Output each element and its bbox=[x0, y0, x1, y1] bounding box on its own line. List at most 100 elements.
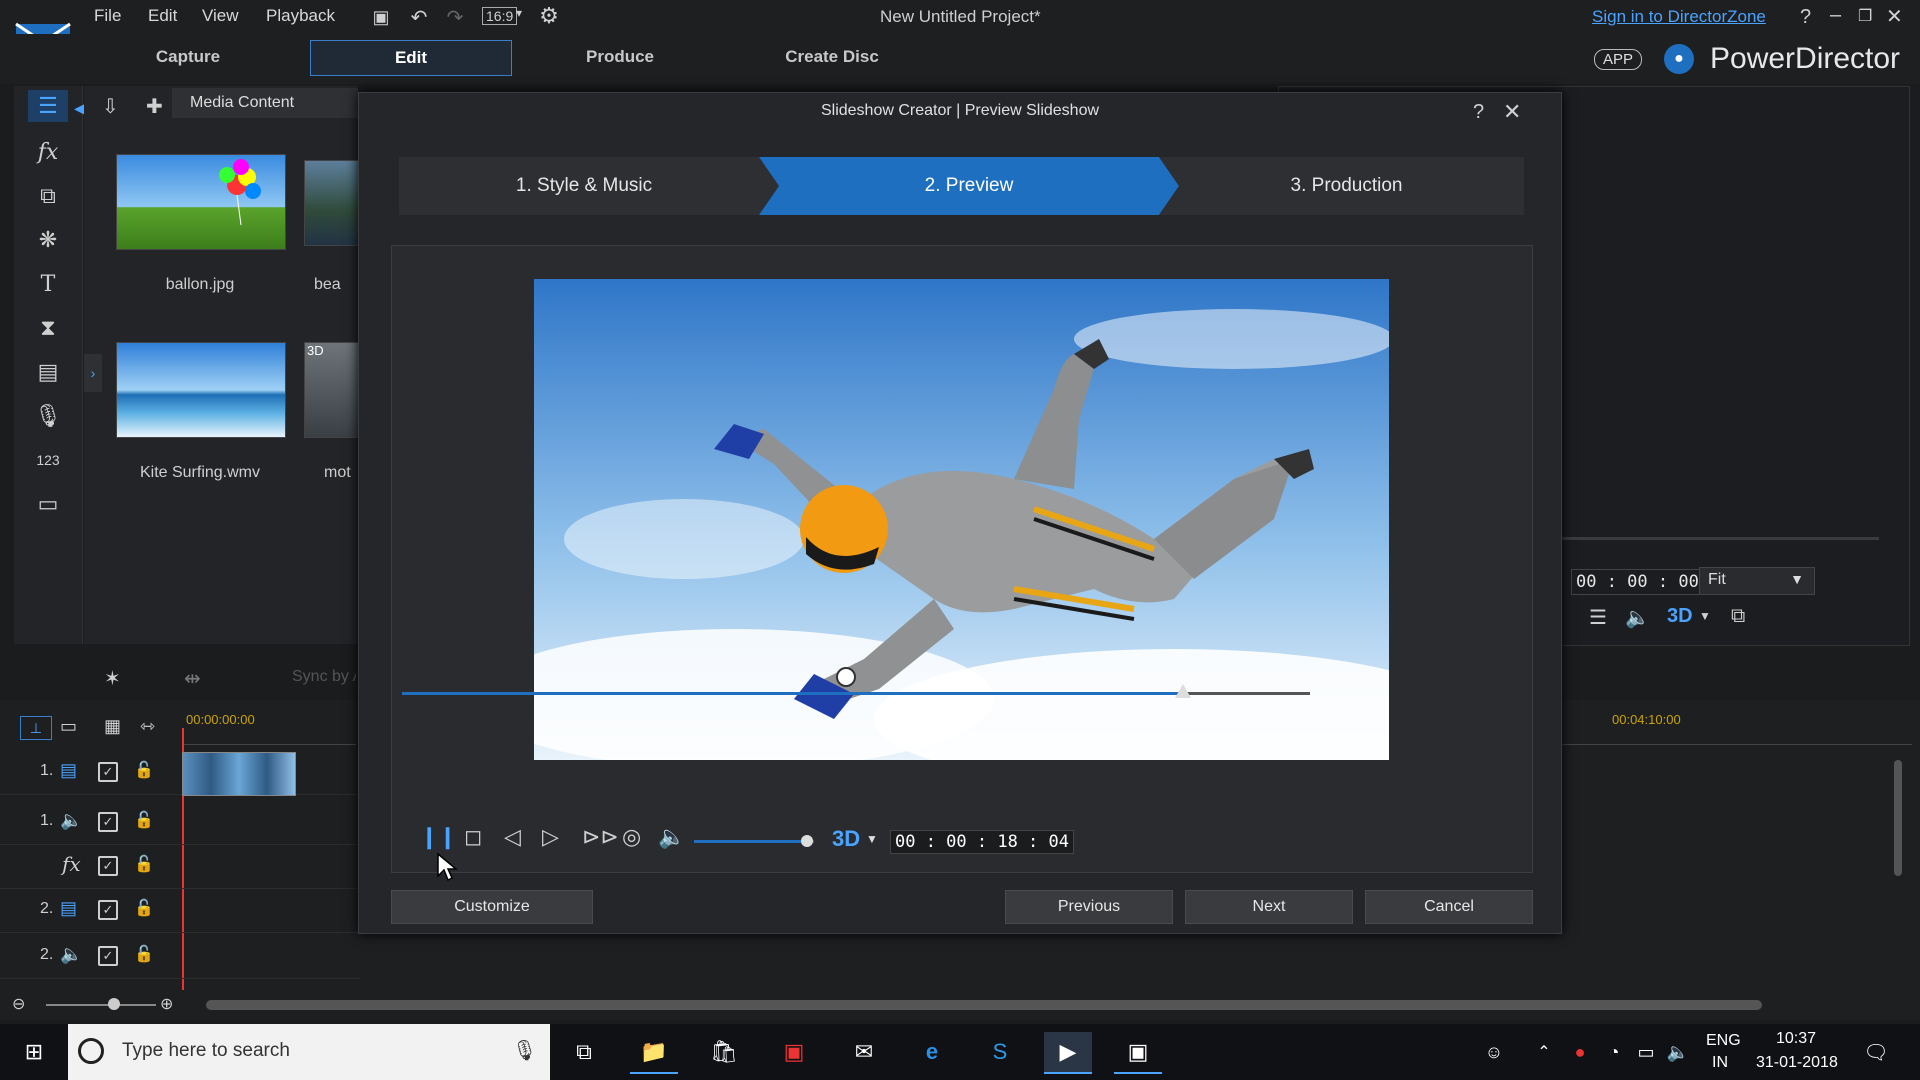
office-app-icon[interactable]: ▣ bbox=[770, 1032, 818, 1072]
sign-in-link[interactable]: Sign in to DirectorZone bbox=[1592, 7, 1766, 27]
external-display-icon[interactable]: ⧉ bbox=[1731, 605, 1745, 628]
title-room-icon[interactable]: T bbox=[28, 268, 68, 300]
action-center-icon[interactable]: 🗨 bbox=[1852, 1032, 1900, 1072]
audio-mixing-room-icon[interactable]: ▤ bbox=[28, 356, 68, 388]
zoom-slider[interactable] bbox=[46, 1004, 156, 1006]
app-badge[interactable]: APP bbox=[1594, 49, 1643, 70]
lock-icon[interactable]: 🔓 bbox=[134, 810, 154, 830]
volume-slider[interactable] bbox=[694, 835, 814, 847]
clock-time[interactable]: 10:37 bbox=[1776, 1030, 1816, 1048]
track-manager-icon[interactable]: ▦ bbox=[104, 716, 121, 737]
media-thumb-kite-surfing[interactable] bbox=[116, 342, 286, 438]
volume-icon[interactable]: 🔈 bbox=[658, 824, 685, 850]
microphone-icon[interactable]: 🎙 bbox=[512, 1038, 537, 1063]
voice-over-room-icon[interactable]: 🎙 bbox=[28, 400, 68, 432]
zoom-out-icon[interactable]: ⊖ bbox=[12, 994, 25, 1014]
app-taskbar-icon[interactable]: ▣ bbox=[1114, 1032, 1162, 1074]
volume-icon[interactable]: 🔈 bbox=[1625, 605, 1650, 630]
language-secondary[interactable]: IN bbox=[1712, 1054, 1728, 1072]
chevron-down-icon[interactable]: ▼ bbox=[866, 832, 878, 846]
redo-icon[interactable]: ↷ bbox=[442, 4, 468, 30]
plugin-icon[interactable]: ✚ bbox=[146, 94, 163, 119]
chevron-down-icon[interactable]: ▼ bbox=[1699, 609, 1711, 623]
list-icon[interactable]: ☰ bbox=[1589, 605, 1607, 630]
powerdirector-taskbar-icon[interactable]: ▶ bbox=[1044, 1032, 1092, 1074]
aspect-ratio-selector[interactable]: 16:9 bbox=[482, 7, 518, 25]
track-enable-checkbox[interactable]: ✓ bbox=[98, 946, 118, 966]
tab-produce[interactable]: Produce bbox=[520, 40, 720, 74]
media-thumb-beach[interactable] bbox=[304, 160, 360, 246]
storyboard-view-icon[interactable]: ▭ bbox=[60, 716, 77, 737]
minimize-icon[interactable]: – bbox=[1830, 4, 1841, 27]
restore-icon[interactable]: ❐ bbox=[1858, 6, 1872, 26]
media-thumb-motion[interactable]: 3D bbox=[304, 342, 360, 438]
save-icon[interactable]: ▣ bbox=[368, 4, 394, 30]
snapshot-icon[interactable]: ◎ bbox=[622, 824, 641, 850]
vertical-scrollbar[interactable] bbox=[1894, 760, 1902, 876]
taskbar-search-box[interactable]: Type here to search 🎙 bbox=[68, 1024, 550, 1080]
threed-toggle[interactable]: 3D bbox=[832, 826, 860, 852]
pause-icon[interactable]: ❙❙ bbox=[420, 824, 457, 850]
step-preview[interactable]: 2. Preview bbox=[769, 157, 1169, 215]
task-view-icon[interactable]: ⧉ bbox=[560, 1032, 608, 1072]
playback-track[interactable] bbox=[402, 692, 1183, 695]
customize-button[interactable]: Customize bbox=[391, 890, 593, 924]
lock-icon[interactable]: 🔓 bbox=[134, 854, 154, 874]
playback-thumb[interactable] bbox=[1175, 684, 1191, 698]
threed-toggle[interactable]: 3D bbox=[1667, 605, 1693, 628]
store-icon[interactable]: 🛍 bbox=[700, 1032, 748, 1072]
close-icon[interactable]: ✕ bbox=[1503, 99, 1521, 125]
next-button[interactable]: Next bbox=[1185, 890, 1353, 924]
media-room-icon[interactable]: ☰ bbox=[28, 90, 68, 122]
fit-selector[interactable]: Fit ▼ bbox=[1699, 567, 1815, 595]
menu-view[interactable]: View bbox=[202, 6, 239, 26]
media-thumb-ballon[interactable] bbox=[116, 154, 286, 250]
preview-video[interactable] bbox=[534, 279, 1389, 760]
volume-thumb[interactable] bbox=[801, 835, 813, 847]
track-enable-checkbox[interactable]: ✓ bbox=[98, 856, 118, 876]
tab-capture[interactable]: Capture bbox=[88, 40, 288, 74]
zoom-slider-thumb[interactable] bbox=[108, 998, 120, 1010]
fast-forward-icon[interactable]: ⊳⊳ bbox=[582, 824, 619, 850]
help-icon[interactable]: ? bbox=[1473, 101, 1484, 124]
tab-create-disc[interactable]: Create Disc bbox=[732, 40, 932, 74]
subtitle-room-icon[interactable]: ▭ bbox=[28, 488, 68, 520]
help-icon[interactable]: ? bbox=[1800, 6, 1811, 29]
clock-date[interactable]: 31-01-2018 bbox=[1756, 1054, 1838, 1072]
track-enable-checkbox[interactable]: ✓ bbox=[98, 812, 118, 832]
track-enable-checkbox[interactable]: ✓ bbox=[98, 762, 118, 782]
slideshow-clip[interactable] bbox=[182, 752, 296, 796]
split-icon[interactable]: ⇹ bbox=[184, 666, 201, 691]
lock-icon[interactable]: 🔓 bbox=[134, 760, 154, 780]
timeline-view-icon[interactable]: ⊥ bbox=[20, 716, 52, 740]
file-explorer-icon[interactable]: 📁 bbox=[630, 1032, 678, 1074]
horizontal-scrollbar[interactable] bbox=[206, 1000, 1762, 1010]
fx-room-icon[interactable]: fx bbox=[28, 136, 68, 168]
mail-icon[interactable]: ✉ bbox=[840, 1032, 888, 1072]
windows-start-icon[interactable]: ⊞ bbox=[10, 1032, 58, 1072]
fit-timeline-icon[interactable]: ⇿ bbox=[140, 716, 155, 737]
edge-browser-icon[interactable]: e bbox=[908, 1032, 956, 1072]
chevron-down-icon[interactable]: ▾ bbox=[516, 6, 522, 20]
media-content-title[interactable]: Media Content bbox=[172, 88, 358, 118]
transition-room-icon[interactable]: ⧗ bbox=[28, 312, 68, 344]
people-icon[interactable]: ☺ bbox=[1470, 1032, 1518, 1072]
next-frame-icon[interactable]: ▷ bbox=[542, 824, 559, 850]
language-primary[interactable]: ENG bbox=[1706, 1032, 1741, 1050]
menu-file[interactable]: File bbox=[94, 6, 121, 26]
lock-icon[interactable]: 🔓 bbox=[134, 898, 154, 918]
magic-tools-icon[interactable]: ✶ bbox=[104, 666, 121, 691]
expand-arrow-icon[interactable]: › bbox=[84, 354, 102, 392]
lock-icon[interactable]: 🔓 bbox=[134, 944, 154, 964]
step-production[interactable]: 3. Production bbox=[1169, 157, 1524, 215]
close-icon[interactable]: ✕ bbox=[1886, 4, 1903, 29]
import-media-icon[interactable]: ⇩ bbox=[102, 94, 119, 119]
menu-edit[interactable]: Edit bbox=[148, 6, 177, 26]
stop-icon[interactable]: ◻ bbox=[464, 824, 482, 850]
sync-by-audio-label[interactable]: Sync by A bbox=[292, 668, 356, 686]
previous-button[interactable]: Previous bbox=[1005, 890, 1173, 924]
track-enable-checkbox[interactable]: ✓ bbox=[98, 900, 118, 920]
step-style-music[interactable]: 1. Style & Music bbox=[399, 157, 769, 215]
gear-icon[interactable]: ⚙ bbox=[536, 3, 562, 29]
previous-frame-icon[interactable]: ◁ bbox=[504, 824, 521, 850]
